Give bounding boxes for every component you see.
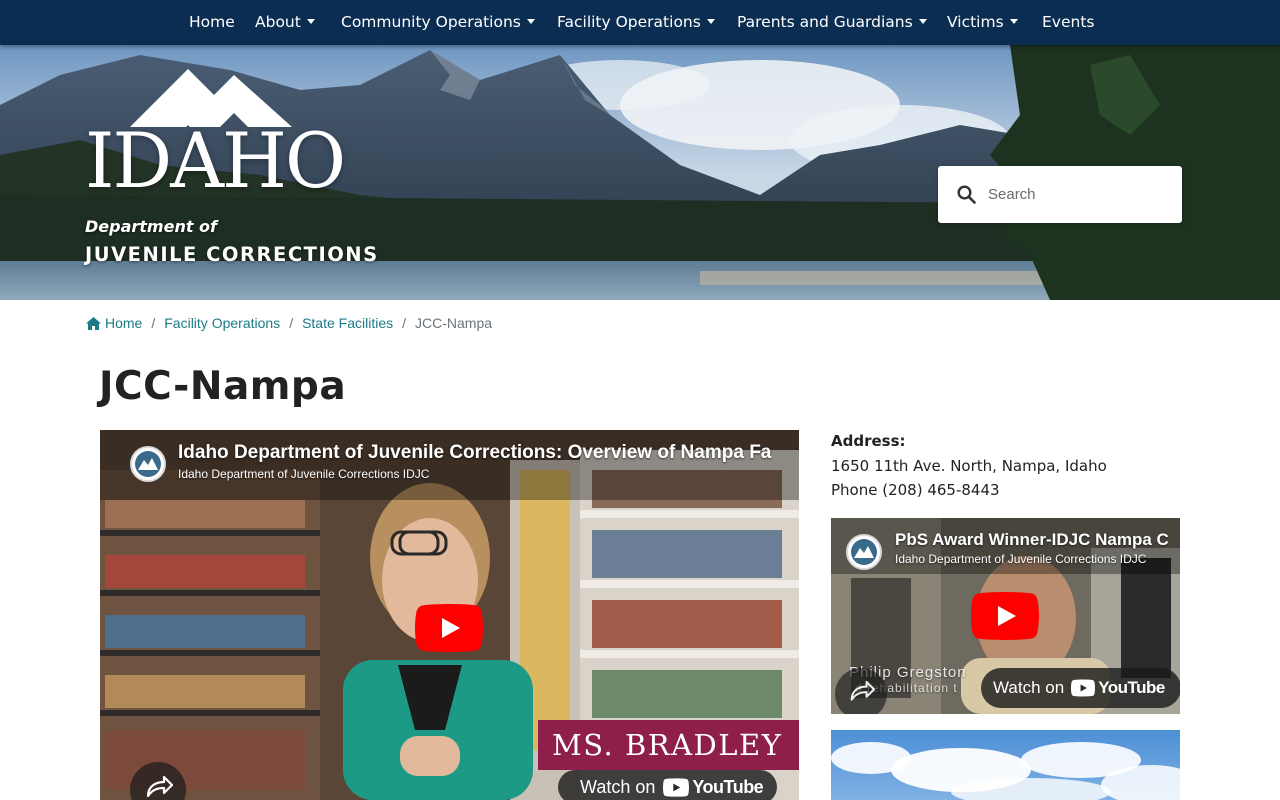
nav-home[interactable]: Home [189, 0, 235, 45]
breadcrumb-separator: / [289, 315, 294, 331]
nav-events-label: Events [1042, 13, 1095, 31]
home-icon [86, 317, 101, 330]
facility-sky-image [831, 730, 1180, 800]
logo-department-text: Department of [85, 217, 218, 236]
share-icon [146, 775, 174, 798]
nav-about[interactable]: About [255, 0, 315, 45]
video-channel-name[interactable]: Idaho Department of Juvenile Corrections… [178, 467, 429, 481]
chevron-down-icon [1009, 19, 1018, 24]
side-play-button[interactable] [971, 592, 1039, 640]
youtube-wordmark: YouTube [1098, 678, 1165, 697]
chevron-down-icon [526, 19, 535, 24]
search-icon[interactable] [957, 185, 976, 204]
nav-parents-guardians[interactable]: Parents and Guardians [737, 0, 927, 45]
side-video-title[interactable]: PbS Award Winner-IDJC Nampa C [895, 530, 1169, 550]
logo-agency-text: JUVENILE CORRECTIONS [85, 243, 379, 266]
breadcrumb-home[interactable]: Home [86, 315, 142, 331]
nav-community-operations[interactable]: Community Operations [341, 0, 535, 45]
nav-parents-guardians-label: Parents and Guardians [737, 13, 913, 31]
video-nameplate: MS. BRADLEY [538, 720, 799, 770]
idjc-logo[interactable]: IDAHO Department of JUVENILE CORRECTIONS [85, 67, 385, 272]
nav-facility-operations-label: Facility Operations [557, 13, 701, 31]
breadcrumb-state-facilities[interactable]: State Facilities [302, 315, 393, 331]
side-share-button[interactable] [835, 668, 887, 714]
nav-community-operations-label: Community Operations [341, 13, 521, 31]
nav-events[interactable]: Events [1042, 0, 1094, 45]
watch-on-label: Watch on [993, 678, 1065, 697]
nav-victims-label: Victims [947, 13, 1004, 31]
play-button[interactable] [415, 604, 483, 652]
logo-wordmark: IDAHO [85, 116, 346, 205]
search-box [938, 166, 1182, 223]
chevron-down-icon [918, 19, 927, 24]
address-label: Address: [831, 432, 906, 450]
side-video-embed[interactable]: PbS Award Winner-IDJC Nampa C Idaho Depa… [831, 518, 1180, 714]
share-icon [850, 680, 876, 701]
watch-on-youtube[interactable]: Watch on YouTube [558, 770, 778, 800]
channel-logo-icon [135, 451, 161, 477]
video-title[interactable]: Idaho Department of Juvenile Corrections… [178, 442, 771, 464]
side-video-channel-name[interactable]: Idaho Department of Juvenile Corrections… [895, 552, 1146, 566]
youtube-logo-icon [663, 777, 690, 797]
channel-avatar[interactable] [130, 446, 166, 482]
top-navigation: Home About Community Operations Facility… [0, 0, 1280, 45]
nav-facility-operations[interactable]: Facility Operations [557, 0, 715, 45]
breadcrumb-home-label: Home [105, 315, 143, 331]
breadcrumb-separator: / [151, 315, 156, 331]
breadcrumb-separator: / [402, 315, 407, 331]
nav-home-label: Home [189, 13, 235, 31]
breadcrumb-current: JCC-Nampa [415, 315, 493, 331]
chevron-down-icon [306, 19, 315, 24]
nav-victims[interactable]: Victims [947, 0, 1018, 45]
side-watch-on-youtube[interactable]: Watch on YouTube [981, 668, 1180, 708]
watch-on-label: Watch on [580, 776, 656, 797]
breadcrumb: Home / Facility Operations / State Facil… [86, 313, 492, 333]
share-button[interactable] [130, 762, 186, 800]
page-title: JCC-Nampa [99, 364, 347, 409]
hero-banner: IDAHO Department of JUVENILE CORRECTIONS [0, 45, 1280, 300]
sky-clouds-image [831, 742, 1180, 800]
phone-text: Phone (208) 465-8443 [831, 481, 1000, 499]
youtube-wordmark: YouTube [692, 776, 764, 797]
youtube-logo-icon [1071, 679, 1096, 697]
side-channel-avatar[interactable] [846, 534, 882, 570]
search-input[interactable] [988, 178, 1168, 211]
chevron-down-icon [706, 19, 715, 24]
breadcrumb-facility-operations[interactable]: Facility Operations [164, 315, 280, 331]
channel-logo-icon [851, 539, 877, 565]
nav-about-label: About [255, 13, 301, 31]
address-text: 1650 11th Ave. North, Nampa, Idaho [831, 457, 1107, 475]
